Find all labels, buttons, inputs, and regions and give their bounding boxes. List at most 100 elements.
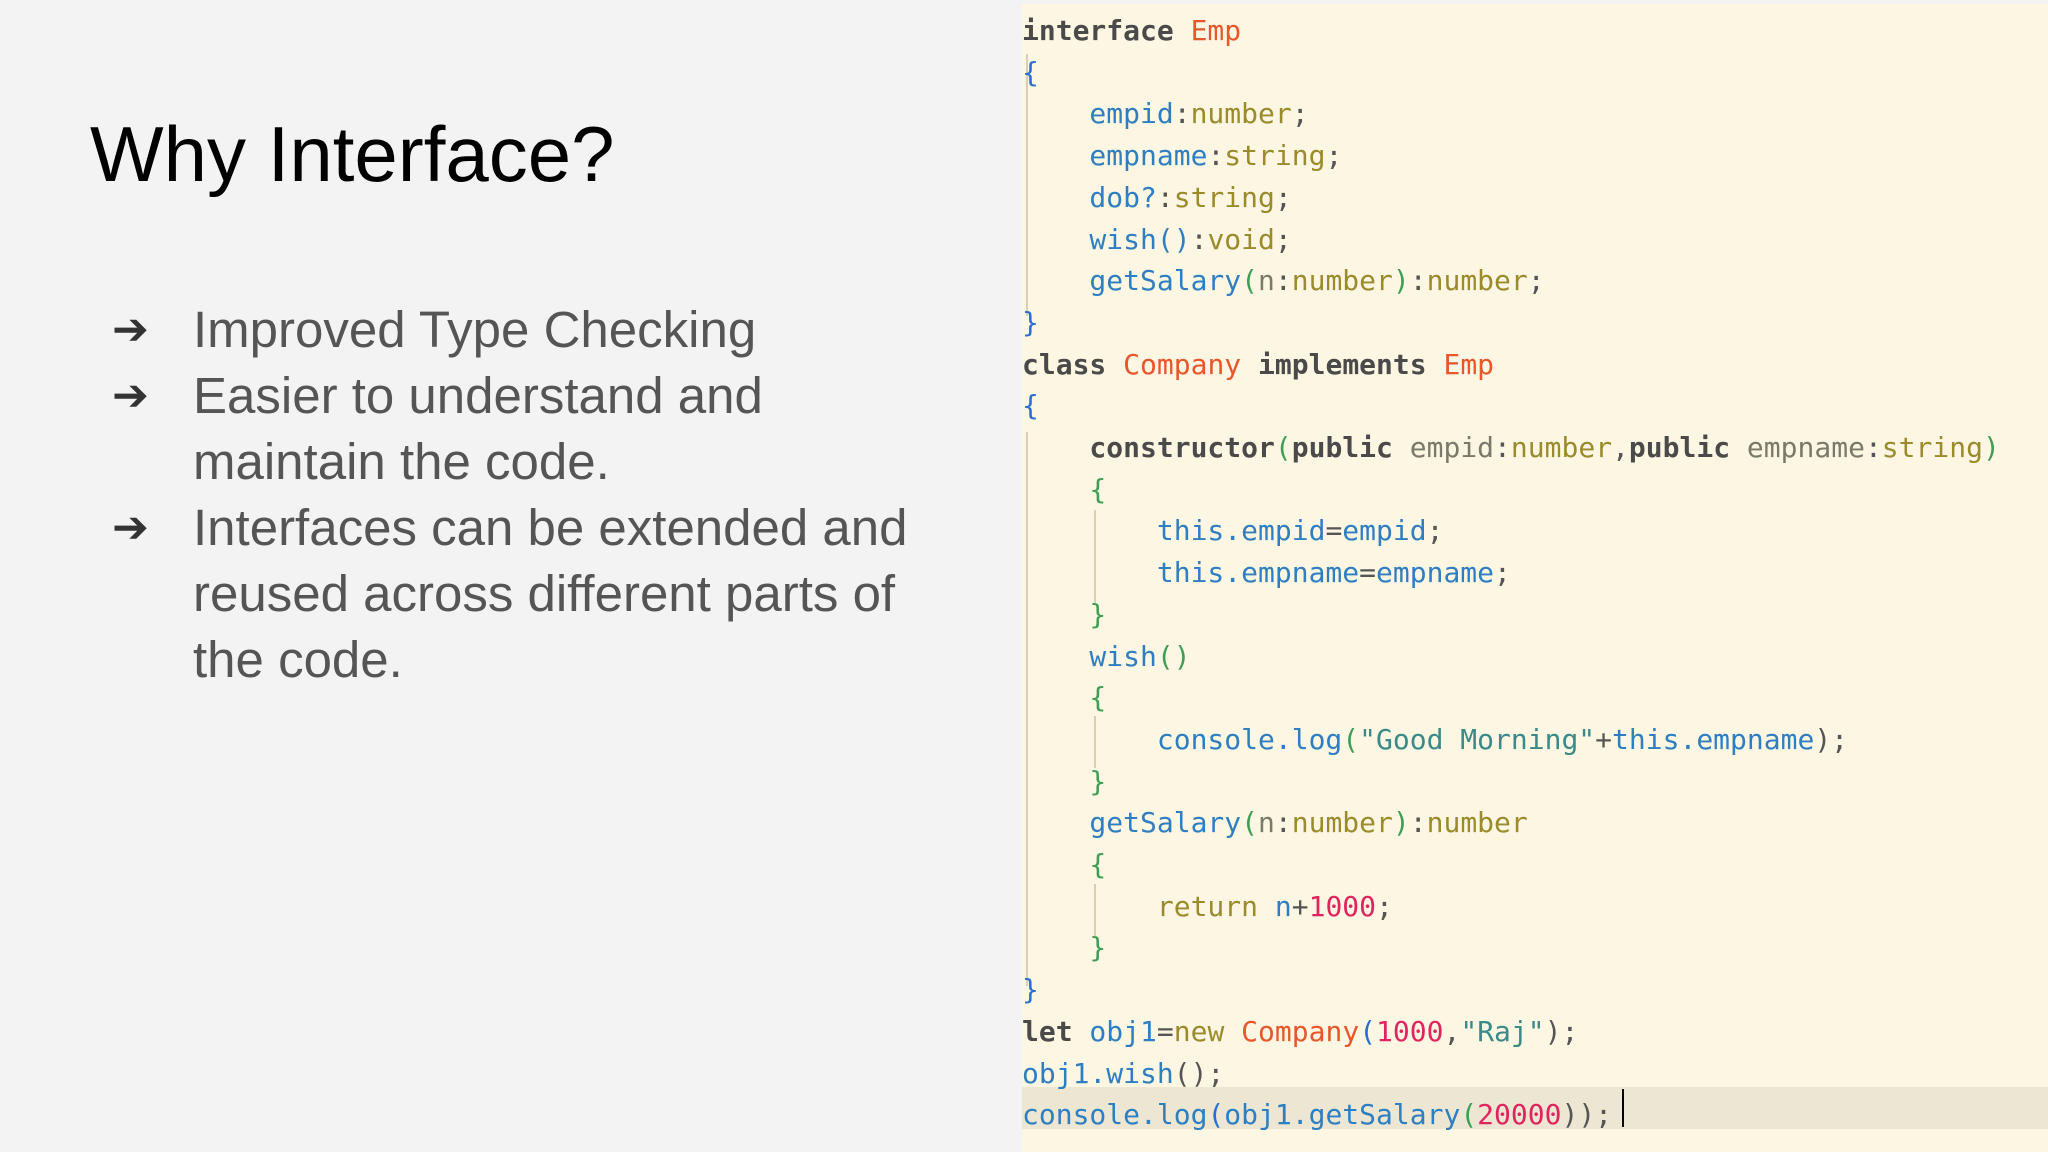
code-token: let [1022,1015,1073,1048]
bullet-item: ➔ Easier to understand and maintain the … [112,363,942,495]
code-token: empid [1022,97,1174,130]
code-token: obj1.getSalary [1224,1098,1461,1131]
code-line: wish():void; [1022,219,1292,261]
code-token: (); [1173,1057,1225,1090]
code-line: this.empname=empname; [1022,552,1511,594]
code-token: : [1274,264,1292,297]
code-token: public [1628,431,1731,464]
code-line: } [1022,594,1106,636]
code-line: } [1022,761,1106,803]
code-token: = [1359,556,1377,589]
code-token: ( [1274,431,1292,464]
code-line: { [1022,385,1039,427]
code-token: ; [1274,223,1292,256]
code-token: ) [1982,431,2000,464]
code-token: number [1510,431,1613,464]
code-token: n [1258,264,1275,297]
code-token: : [1190,223,1208,256]
code-token: : [1864,431,1882,464]
code-token: : [1173,97,1191,130]
code-token: wish [1022,640,1157,673]
code-token: n [1258,890,1292,923]
code-token: ( [1359,1015,1377,1048]
code-token: } [1022,598,1107,631]
code-line: constructor(public empid:number,public e… [1022,427,2000,469]
bullet-text: Interfaces can be extended and reused ac… [193,499,908,688]
code-token: + [1595,723,1613,756]
code-token: implements [1258,348,1427,381]
code-token: return [1022,890,1259,923]
code-line: } [1022,969,1039,1011]
code-token: interface [1022,14,1174,47]
code-token: } [1022,931,1107,964]
code-line: class Company implements Emp [1022,344,1494,386]
code-token: ; [1494,556,1511,589]
code-line: interface Emp [1022,10,1241,52]
code-token: } [1022,306,1039,339]
bullet-list: ➔ Improved Type Checking ➔ Easier to und… [112,297,942,693]
code-token: : [1494,431,1511,464]
code-line: let obj1=new Company(1000,"Raj"); [1022,1011,1578,1053]
code-token: obj1.wish [1022,1057,1174,1090]
code-token: this.empname [1022,556,1360,589]
code-token: ( [1241,806,1259,839]
code-token: new [1173,1015,1225,1048]
code-token: : [1156,181,1174,214]
code-token: constructor [1022,431,1275,464]
code-token: number [1190,97,1292,130]
code-line: console.log("Good Morning"+this.empname)… [1022,719,1848,761]
code-token: number [1291,806,1393,839]
code-token: )); [1561,1098,1613,1131]
code-line: this.empid=empid; [1022,510,1444,552]
code-token: } [1022,765,1107,798]
code-token: { [1022,473,1107,506]
bullet-item: ➔ Interfaces can be extended and reused … [112,495,942,693]
code-token: ( [1207,1098,1225,1131]
code-token: getSalary [1022,264,1242,297]
code-token: = [1325,514,1343,547]
arrow-icon: ➔ [112,371,149,420]
code-token: ; [1376,890,1393,923]
code-token: } [1022,973,1039,1006]
code-token: ; [1274,181,1292,214]
code-token: console.log [1022,723,1343,756]
code-token: obj1 [1072,1015,1157,1048]
code-token: 20000 [1477,1098,1562,1131]
code-token: { [1022,681,1107,714]
arrow-icon: ➔ [112,305,149,354]
code-line: { [1022,844,1106,886]
code-editor[interactable]: interface Emp{ empid:number; empname:str… [1022,4,2048,1152]
code-token: void [1207,223,1275,256]
code-token: : [1409,264,1427,297]
code-token: ); [1814,723,1849,756]
code-token: : [1409,806,1427,839]
code-line: } [1022,302,1039,344]
code-token: ; [1426,514,1444,547]
code-token: empid [1342,514,1427,547]
code-token: = [1156,1015,1174,1048]
code-token: : [1274,806,1292,839]
code-token: "Good Morning" [1359,723,1596,756]
code-token: public [1291,431,1393,464]
code-line: } [1022,927,1106,969]
code-line: { [1022,469,1106,511]
code-line: { [1022,52,1039,94]
code-token: this.empid [1022,514,1326,547]
code-line: obj1.wish(); [1022,1053,1224,1095]
bullet-text: Easier to understand and maintain the co… [193,367,763,490]
code-token: , [1612,431,1629,464]
code-token: ; [1291,97,1309,130]
code-token: ; [1325,139,1343,172]
code-token: Emp [1443,348,1495,381]
code-token: Company [1123,348,1242,381]
code-token: : [1207,139,1225,172]
code-token: this.empname [1612,723,1815,756]
code-token: empname [1376,556,1495,589]
code-line: empid:number; [1022,93,1309,135]
code-token: number [1426,806,1528,839]
code-token: getSalary [1022,806,1242,839]
code-token: + [1291,890,1309,923]
code-token: ( [1241,264,1259,297]
